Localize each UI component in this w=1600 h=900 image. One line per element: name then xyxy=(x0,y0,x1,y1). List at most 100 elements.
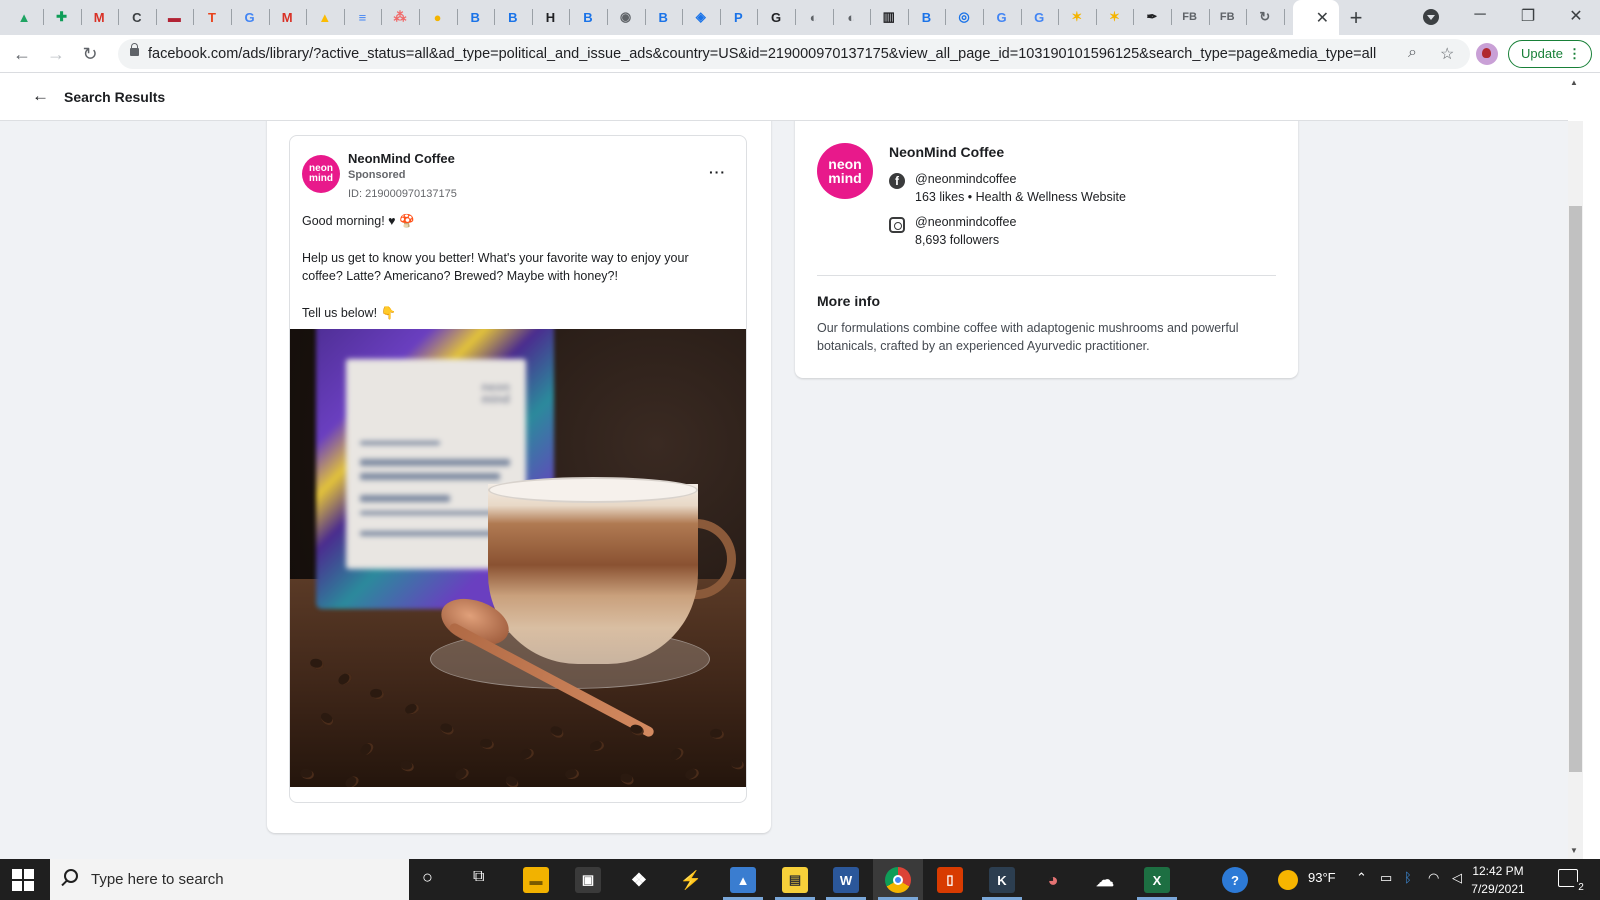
ad-image-coffee-cup[interactable]: neon mind xyxy=(290,329,746,787)
onedrive-icon[interactable]: ☁ xyxy=(1092,867,1118,893)
shield-icon[interactable]: ◈ xyxy=(691,7,711,27)
close-tab-icon[interactable]: ✕ xyxy=(1316,8,1329,28)
barcode-icon[interactable]: ▥ xyxy=(879,7,899,27)
advertiser-logo[interactable]: neon mind xyxy=(302,155,340,193)
forward-icon[interactable]: → xyxy=(44,42,68,66)
tab-separator xyxy=(795,9,796,25)
photos-icon[interactable]: ▲ xyxy=(730,867,756,893)
url-text[interactable]: facebook.com/ads/library/?active_status=… xyxy=(148,46,1378,62)
back-arrow-icon[interactable]: ← xyxy=(32,86,49,106)
help-icon[interactable]: ? xyxy=(1222,867,1248,893)
lock-icon[interactable] xyxy=(130,43,139,56)
word-icon[interactable]: W xyxy=(833,867,859,893)
k-app-icon[interactable]: K xyxy=(989,867,1015,893)
cc-icon[interactable]: C xyxy=(127,7,147,27)
sticky-notes-icon[interactable]: ▤ xyxy=(782,867,808,893)
gmail-icon[interactable]: M xyxy=(89,7,109,27)
update-button[interactable]: Update ⋮ xyxy=(1508,40,1592,68)
windows-start-icon[interactable] xyxy=(12,869,34,891)
wifi-icon[interactable]: ◠ xyxy=(1428,870,1439,886)
gmail-icon[interactable]: M xyxy=(277,7,297,27)
file-explorer-icon[interactable]: ▬ xyxy=(523,867,549,893)
page-name[interactable]: NeonMind Coffee xyxy=(889,144,1004,160)
excel-icon[interactable]: X xyxy=(1144,867,1170,893)
tab-separator xyxy=(682,9,684,25)
tab-separator xyxy=(343,9,345,25)
b-icon[interactable]: B xyxy=(578,7,598,27)
google-sheets-icon[interactable]: ✚ xyxy=(52,7,72,27)
b-icon[interactable]: B xyxy=(653,7,673,27)
task-view-icon[interactable]: ⧉ xyxy=(473,868,484,886)
google-icon[interactable]: G xyxy=(240,7,260,27)
page-title[interactable]: Search Results xyxy=(64,89,165,105)
restore-icon[interactable]: ❐ xyxy=(1508,6,1548,26)
h-icon[interactable]: H xyxy=(540,7,560,27)
close-window-icon[interactable]: ✕ xyxy=(1556,6,1596,26)
b-icon[interactable]: B xyxy=(503,7,523,27)
tab-separator xyxy=(155,9,157,25)
google-drive-icon[interactable]: ▲ xyxy=(315,7,335,27)
back-icon[interactable]: ← xyxy=(10,42,34,66)
zoom-icon[interactable]: ⌕ xyxy=(1408,44,1417,62)
fb-text-icon[interactable]: FB xyxy=(1217,7,1237,27)
reload-icon[interactable]: ↻ xyxy=(78,42,102,66)
google-drive-icon[interactable]: ▲ xyxy=(14,7,34,27)
instagram-stats: 8,693 followers xyxy=(915,233,1000,247)
t-icon[interactable]: T xyxy=(202,7,222,27)
flag-icon[interactable]: ▬ xyxy=(164,7,184,27)
g-box-icon[interactable]: G xyxy=(766,7,786,27)
circle-e-icon[interactable]: ◎ xyxy=(954,7,974,27)
tab-separator xyxy=(757,9,759,25)
vscode-icon[interactable]: ⚡ xyxy=(678,867,704,893)
office-icon[interactable]: ▯ xyxy=(937,867,963,893)
paint-icon[interactable]: ◕ xyxy=(1040,867,1066,893)
chrome-icon[interactable] xyxy=(885,867,911,893)
tray-chevron-icon[interactable]: ⌃ xyxy=(1356,870,1367,886)
tab-search-icon[interactable] xyxy=(1423,9,1439,25)
asana-icon[interactable]: ⁂ xyxy=(390,7,410,27)
google-icon[interactable]: G xyxy=(1029,7,1049,27)
page-logo[interactable]: neon mind xyxy=(817,143,873,199)
bookmark-star-icon[interactable]: ☆ xyxy=(1440,44,1454,64)
chrome-menu-icon[interactable]: ⋮ xyxy=(1568,41,1581,67)
profile-avatar[interactable] xyxy=(1476,43,1498,65)
star-icon[interactable]: ✶ xyxy=(1104,7,1124,27)
bluetooth-icon[interactable]: ᛒ xyxy=(1404,870,1412,885)
new-tab-button[interactable]: + xyxy=(1342,4,1370,32)
p-icon[interactable]: P xyxy=(728,7,748,27)
star-icon[interactable]: ✶ xyxy=(1067,7,1087,27)
cloud-icon[interactable]: ● xyxy=(428,7,448,27)
more-options-icon[interactable]: ··· xyxy=(709,164,726,180)
b-icon[interactable]: B xyxy=(916,7,936,27)
refresh-circle-icon[interactable]: ↻ xyxy=(1255,7,1275,27)
address-bar[interactable]: facebook.com/ads/library/?active_status=… xyxy=(118,39,1470,69)
google-icon[interactable]: G xyxy=(992,7,1012,27)
scrollbar-thumb[interactable] xyxy=(1569,206,1582,772)
store-icon[interactable]: ▣ xyxy=(575,867,601,893)
dropbox-icon[interactable]: ❖ xyxy=(626,867,652,893)
scroll-down-icon[interactable]: ▼ xyxy=(1570,846,1578,855)
instagram-handle[interactable]: @neonmindcoffee xyxy=(915,215,1016,229)
taskbar-search[interactable]: Type here to search xyxy=(50,859,409,900)
temperature[interactable]: 93°F xyxy=(1308,870,1336,885)
b-icon[interactable]: B xyxy=(465,7,485,27)
globe-icon[interactable]: ◐ xyxy=(841,7,861,27)
advertiser-name[interactable]: NeonMind Coffee xyxy=(348,151,455,166)
owl-icon[interactable]: ◉ xyxy=(616,7,636,27)
globe-icon[interactable]: ◐ xyxy=(804,7,824,27)
cortana-icon[interactable]: ○ xyxy=(422,867,433,888)
fb-text-icon[interactable]: FB xyxy=(1180,7,1200,27)
tab-separator xyxy=(719,9,721,25)
system-clock[interactable]: 12:42 PM 7/29/2021 xyxy=(1458,862,1538,898)
pen-icon[interactable]: ✒ xyxy=(1142,7,1162,27)
weather-sun-icon[interactable] xyxy=(1278,870,1298,890)
tab-separator xyxy=(381,9,383,25)
label-line xyxy=(360,441,440,445)
facebook-handle[interactable]: @neonmindcoffee xyxy=(915,172,1016,186)
active-tab[interactable]: ✕ xyxy=(1293,0,1339,35)
search-placeholder[interactable]: Type here to search xyxy=(91,871,224,888)
meet-now-icon[interactable]: ▭ xyxy=(1380,870,1392,886)
google-docs-icon[interactable]: ≡ xyxy=(352,7,372,27)
minimize-icon[interactable]: ─ xyxy=(1460,6,1500,24)
scroll-up-icon[interactable]: ▲ xyxy=(1570,78,1578,87)
